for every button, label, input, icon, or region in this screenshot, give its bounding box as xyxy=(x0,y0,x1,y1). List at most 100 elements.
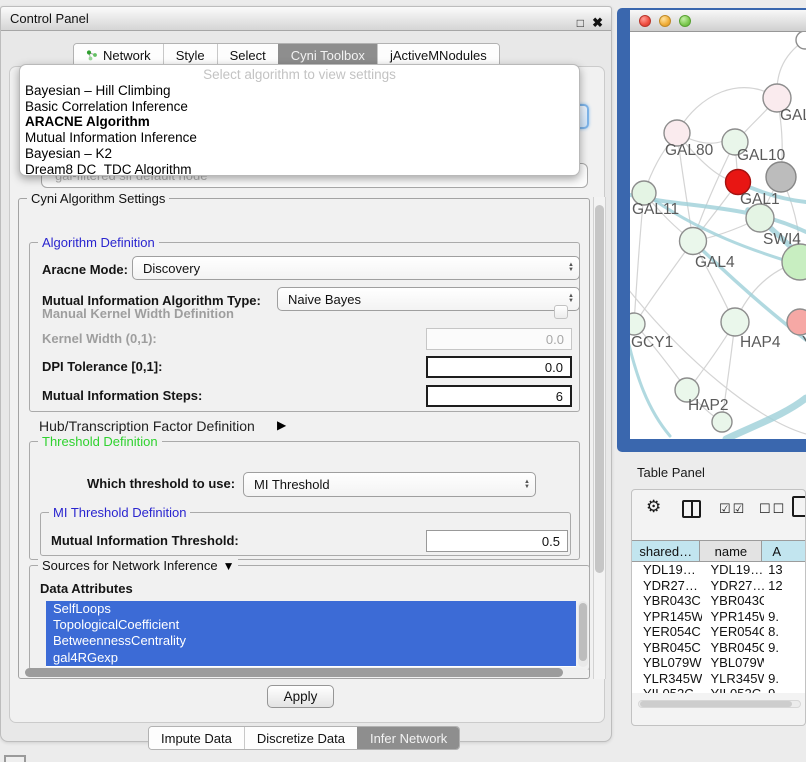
mi-threshold-definition-title: MI Threshold Definition xyxy=(49,505,190,520)
algorithm-option[interactable]: Bayesian – Hill Climbing xyxy=(20,83,579,99)
algorithm-definition-title: Algorithm Definition xyxy=(38,235,159,250)
hub-definition-label[interactable]: Hub/Transcription Factor Definition xyxy=(39,418,255,434)
network-node-gal4[interactable] xyxy=(680,228,707,255)
column-header[interactable]: name xyxy=(700,541,762,561)
close-panel-icon[interactable]: ✖ xyxy=(592,11,603,35)
cell: YER054C xyxy=(702,624,765,639)
minimize-window-button[interactable] xyxy=(659,15,671,27)
table-horizontal-scrollbar[interactable] xyxy=(638,700,801,708)
network-node-gal1[interactable] xyxy=(746,204,774,232)
tab-impute-data[interactable]: Impute Data xyxy=(149,727,244,749)
manual-kernel-checkbox[interactable] xyxy=(554,305,568,319)
zoom-window-button[interactable] xyxy=(679,15,691,27)
column-header[interactable]: A xyxy=(762,541,806,561)
data-attribute-item[interactable]: BetweennessCentrality xyxy=(46,633,576,649)
network-node-hap4[interactable] xyxy=(721,308,749,336)
settings-group-title: Cyni Algorithm Settings xyxy=(27,191,169,206)
settings-horizontal-scrollbar[interactable] xyxy=(25,668,587,677)
network-node[interactable] xyxy=(712,412,732,432)
network-node-y[interactable] xyxy=(787,309,806,335)
columns-icon[interactable] xyxy=(682,500,701,518)
apply-button[interactable]: Apply xyxy=(267,685,334,708)
gear-icon[interactable]: ⚙ xyxy=(646,497,661,517)
control-panel-title: Control Panel xyxy=(10,11,89,26)
data-attribute-item[interactable]: SelfLoops xyxy=(46,601,576,617)
cell: YBR043C xyxy=(702,593,765,608)
which-threshold-label: Which threshold to use: xyxy=(87,476,235,492)
table-row[interactable]: YDL19…YDL19…13 xyxy=(632,562,806,578)
table-row[interactable]: YBR045CYBR045C9. xyxy=(632,640,806,656)
aracne-mode-combo[interactable]: Discovery ▲▼ xyxy=(132,256,580,280)
tab-select[interactable]: Select xyxy=(217,44,278,66)
node-label: GAL xyxy=(780,107,806,124)
table-row[interactable]: YLR345WYLR345W9. xyxy=(632,671,806,687)
algorithm-option[interactable]: ARACNE Algorithm xyxy=(20,114,579,130)
collapse-down-icon[interactable]: ▼ xyxy=(223,559,235,573)
node-label: GAL10 xyxy=(737,147,786,164)
tab-label: Select xyxy=(230,48,266,63)
table-panel-title: Table Panel xyxy=(637,465,705,480)
checked-boxes-icon[interactable]: ☑☑ xyxy=(719,501,746,517)
cell: YPR145W xyxy=(702,609,765,624)
close-window-button[interactable] xyxy=(639,15,651,27)
aracne-mode-value: Discovery xyxy=(143,261,563,276)
table-row[interactable]: YDR27…YDR27…12 xyxy=(632,578,806,594)
cell: YDL19… xyxy=(632,562,702,577)
column-header[interactable]: shared… xyxy=(632,541,700,561)
table-row[interactable]: YPR145WYPR145W9. xyxy=(632,609,806,625)
manual-kernel-label: Manual Kernel Width Definition xyxy=(42,306,234,322)
network-node-gcy1[interactable] xyxy=(630,313,645,335)
algorithm-dropdown-list: Select algorithm to view settings Bayesi… xyxy=(19,64,580,176)
combo-spinner-icon: ▲▼ xyxy=(519,480,535,490)
control-panel-titlebar[interactable]: Control Panel □ ✖ xyxy=(1,7,611,31)
mi-steps-label: Mutual Information Steps: xyxy=(42,388,202,404)
cell: 9. xyxy=(764,609,806,624)
cell: YBR045C xyxy=(702,640,765,655)
tab-label: Style xyxy=(176,48,205,63)
node-label: GAL1 xyxy=(740,191,780,208)
table-row[interactable]: YIL052CYIL052C9 xyxy=(632,686,806,693)
table-row[interactable]: YBR043CYBR043C xyxy=(632,593,806,609)
control-panel-window: Control Panel □ ✖ Network Style Select Cyni… xyxy=(0,6,612,742)
network-canvas[interactable]: GALGAL80GAL10GAL1GAL11GAL4SWI4HAP4YGCY1H… xyxy=(630,32,806,439)
algorithm-option[interactable]: Bayesian – K2 xyxy=(20,146,579,162)
settings-vertical-scrollbar[interactable] xyxy=(593,197,606,679)
float-window-icon[interactable]: □ xyxy=(577,11,584,35)
expand-right-icon[interactable]: ▶ xyxy=(277,418,286,432)
cell: YBL079W xyxy=(632,655,702,670)
tab-network[interactable]: Network xyxy=(74,44,163,66)
which-threshold-combo[interactable]: MI Threshold ▲▼ xyxy=(243,472,536,497)
algorithm-option[interactable]: Mutual Information Inference xyxy=(20,130,579,146)
attributes-scrollbar[interactable] xyxy=(578,601,588,667)
data-attribute-item[interactable]: gal4RGexp xyxy=(46,650,576,666)
mi-type-value: Naive Bayes xyxy=(288,292,563,307)
node-label: GCY1 xyxy=(631,334,673,351)
dpi-tolerance-field[interactable]: 0.0 xyxy=(426,356,572,378)
data-attribute-item[interactable]: TopologicalCoefficient xyxy=(46,617,576,633)
mi-threshold-field[interactable]: 0.5 xyxy=(426,530,568,552)
network-icon xyxy=(86,49,98,61)
algorithm-option[interactable]: Dream8 DC_TDC Algorithm xyxy=(20,162,579,176)
network-node[interactable] xyxy=(766,162,796,192)
network-node-swi4[interactable] xyxy=(782,244,806,280)
tab-discretize-data[interactable]: Discretize Data xyxy=(244,727,357,749)
table-body: YDL19…YDL19…13YDR27…YDR27…12YBR043CYBR04… xyxy=(632,562,806,693)
network-window-titlebar[interactable] xyxy=(630,10,806,32)
tab-infer-network[interactable]: Infer Network xyxy=(357,727,459,749)
table-row[interactable]: YBL079WYBL079W xyxy=(632,655,806,671)
table-header-row: shared…nameA xyxy=(632,540,806,562)
node-label: GAL11 xyxy=(632,201,679,218)
document-icon[interactable] xyxy=(792,496,806,517)
mi-steps-field[interactable]: 6 xyxy=(426,385,572,407)
mi-type-combo[interactable]: Naive Bayes ▲▼ xyxy=(277,287,580,311)
table-row[interactable]: YER054CYER054C8. xyxy=(632,624,806,640)
network-edge xyxy=(726,398,806,439)
tab-label: jActiveMNodules xyxy=(390,48,487,63)
collapsed-panel-icon[interactable] xyxy=(4,755,26,762)
unchecked-boxes-icon[interactable]: ☐☐ xyxy=(759,501,786,517)
cell: YDL19… xyxy=(702,562,765,577)
tab-jactivemnodules[interactable]: jActiveMNodules xyxy=(377,44,499,66)
tab-cyni-toolbox[interactable]: Cyni Toolbox xyxy=(278,44,377,66)
algorithm-option[interactable]: Basic Correlation Inference xyxy=(20,99,579,115)
tab-style[interactable]: Style xyxy=(163,44,217,66)
